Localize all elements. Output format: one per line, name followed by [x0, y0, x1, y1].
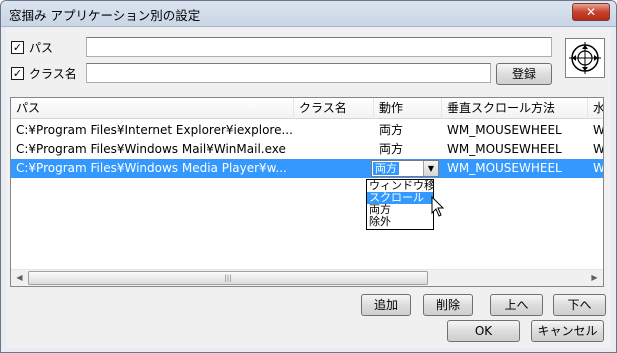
left-arrow-icon[interactable]: ◀	[11, 270, 28, 286]
class-input[interactable]	[86, 63, 491, 83]
up-button[interactable]: 上へ	[490, 294, 543, 316]
column-vscroll[interactable]: 垂直スクロール方法	[442, 98, 588, 119]
row-class	[294, 140, 374, 159]
action-dropdown-list[interactable]: ウィンドウ移動 スクロール 両方 除外	[366, 179, 434, 230]
table-row[interactable]: C:¥Program Files¥Internet Explorer¥iexpl…	[11, 121, 603, 140]
table-row[interactable]: C:¥Program Files¥Windows Mail¥WinMail.ex…	[11, 140, 603, 159]
path-filter: ✓ パス	[11, 38, 53, 56]
action-combo-value: 両方	[373, 162, 399, 175]
table-row-selected[interactable]: C:¥Program Files¥Windows Media Player¥w.…	[11, 159, 603, 178]
target-crosshair-icon[interactable]	[565, 38, 605, 78]
path-label: パス	[29, 40, 54, 55]
delete-button[interactable]: 削除	[423, 294, 473, 316]
mouse-cursor-icon	[431, 196, 445, 217]
row-hscroll: W	[593, 161, 604, 175]
window-title: 窓掴み アプリケーション別の設定	[9, 8, 201, 23]
row-path: C:¥Program Files¥Internet Explorer¥iexpl…	[16, 123, 294, 137]
row-action: 両方	[379, 123, 404, 137]
row-class	[294, 121, 374, 140]
path-checkbox[interactable]: ✓	[11, 40, 24, 54]
cancel-button[interactable]: キャンセル	[531, 320, 604, 342]
close-button[interactable]: ✕	[572, 3, 610, 21]
column-class[interactable]: クラス名	[294, 98, 374, 119]
class-label: クラス名	[29, 66, 77, 81]
scroll-grip-icon: |||	[224, 274, 232, 282]
row-class	[294, 159, 374, 178]
list-header: パス クラス名 動作 垂直スクロール方法 水	[11, 98, 603, 119]
row-path: C:¥Program Files¥Windows Mail¥WinMail.ex…	[16, 142, 286, 156]
row-path: C:¥Program Files¥Windows Media Player¥w.…	[16, 161, 287, 175]
row-action: 両方	[379, 142, 404, 156]
title-bar[interactable]: 窓掴み アプリケーション別の設定 ✕	[1, 1, 616, 27]
register-button[interactable]: 登録	[496, 63, 552, 85]
row-vscroll: WM_MOUSEWHEEL	[447, 123, 562, 137]
column-path[interactable]: パス	[11, 98, 294, 119]
horizontal-scrollbar[interactable]: ◀ ||| ▶	[11, 269, 603, 286]
class-filter: ✓ クラス名	[11, 64, 77, 82]
column-action[interactable]: 動作	[374, 98, 442, 119]
row-vscroll: WM_MOUSEWHEEL	[447, 142, 562, 156]
action-combo[interactable]: 両方 ▼	[371, 160, 439, 177]
class-checkbox[interactable]: ✓	[11, 66, 24, 80]
scroll-thumb[interactable]: |||	[28, 271, 428, 285]
settings-window: 窓掴み アプリケーション別の設定 ✕ ✓ パス ✓ クラス名 登録 パス クラス…	[0, 0, 617, 353]
ok-button[interactable]: OK	[447, 320, 520, 342]
column-hscroll[interactable]: 水	[588, 98, 603, 119]
chevron-down-icon[interactable]: ▼	[423, 161, 438, 176]
add-button[interactable]: 追加	[361, 294, 411, 316]
row-hscroll: W	[593, 142, 604, 156]
right-arrow-icon[interactable]: ▶	[586, 270, 603, 286]
down-button[interactable]: 下へ	[553, 294, 606, 316]
path-input[interactable]	[86, 37, 552, 57]
dialog-client: ✓ パス ✓ クラス名 登録 パス クラス名 動作 垂直スクロール方法 水 C:…	[6, 28, 611, 348]
app-list[interactable]: パス クラス名 動作 垂直スクロール方法 水 C:¥Program Files¥…	[10, 97, 604, 287]
row-hscroll: W	[593, 123, 604, 137]
row-vscroll: WM_MOUSEWHEEL	[447, 161, 562, 175]
dropdown-option-exclude[interactable]: 除外	[367, 216, 433, 228]
